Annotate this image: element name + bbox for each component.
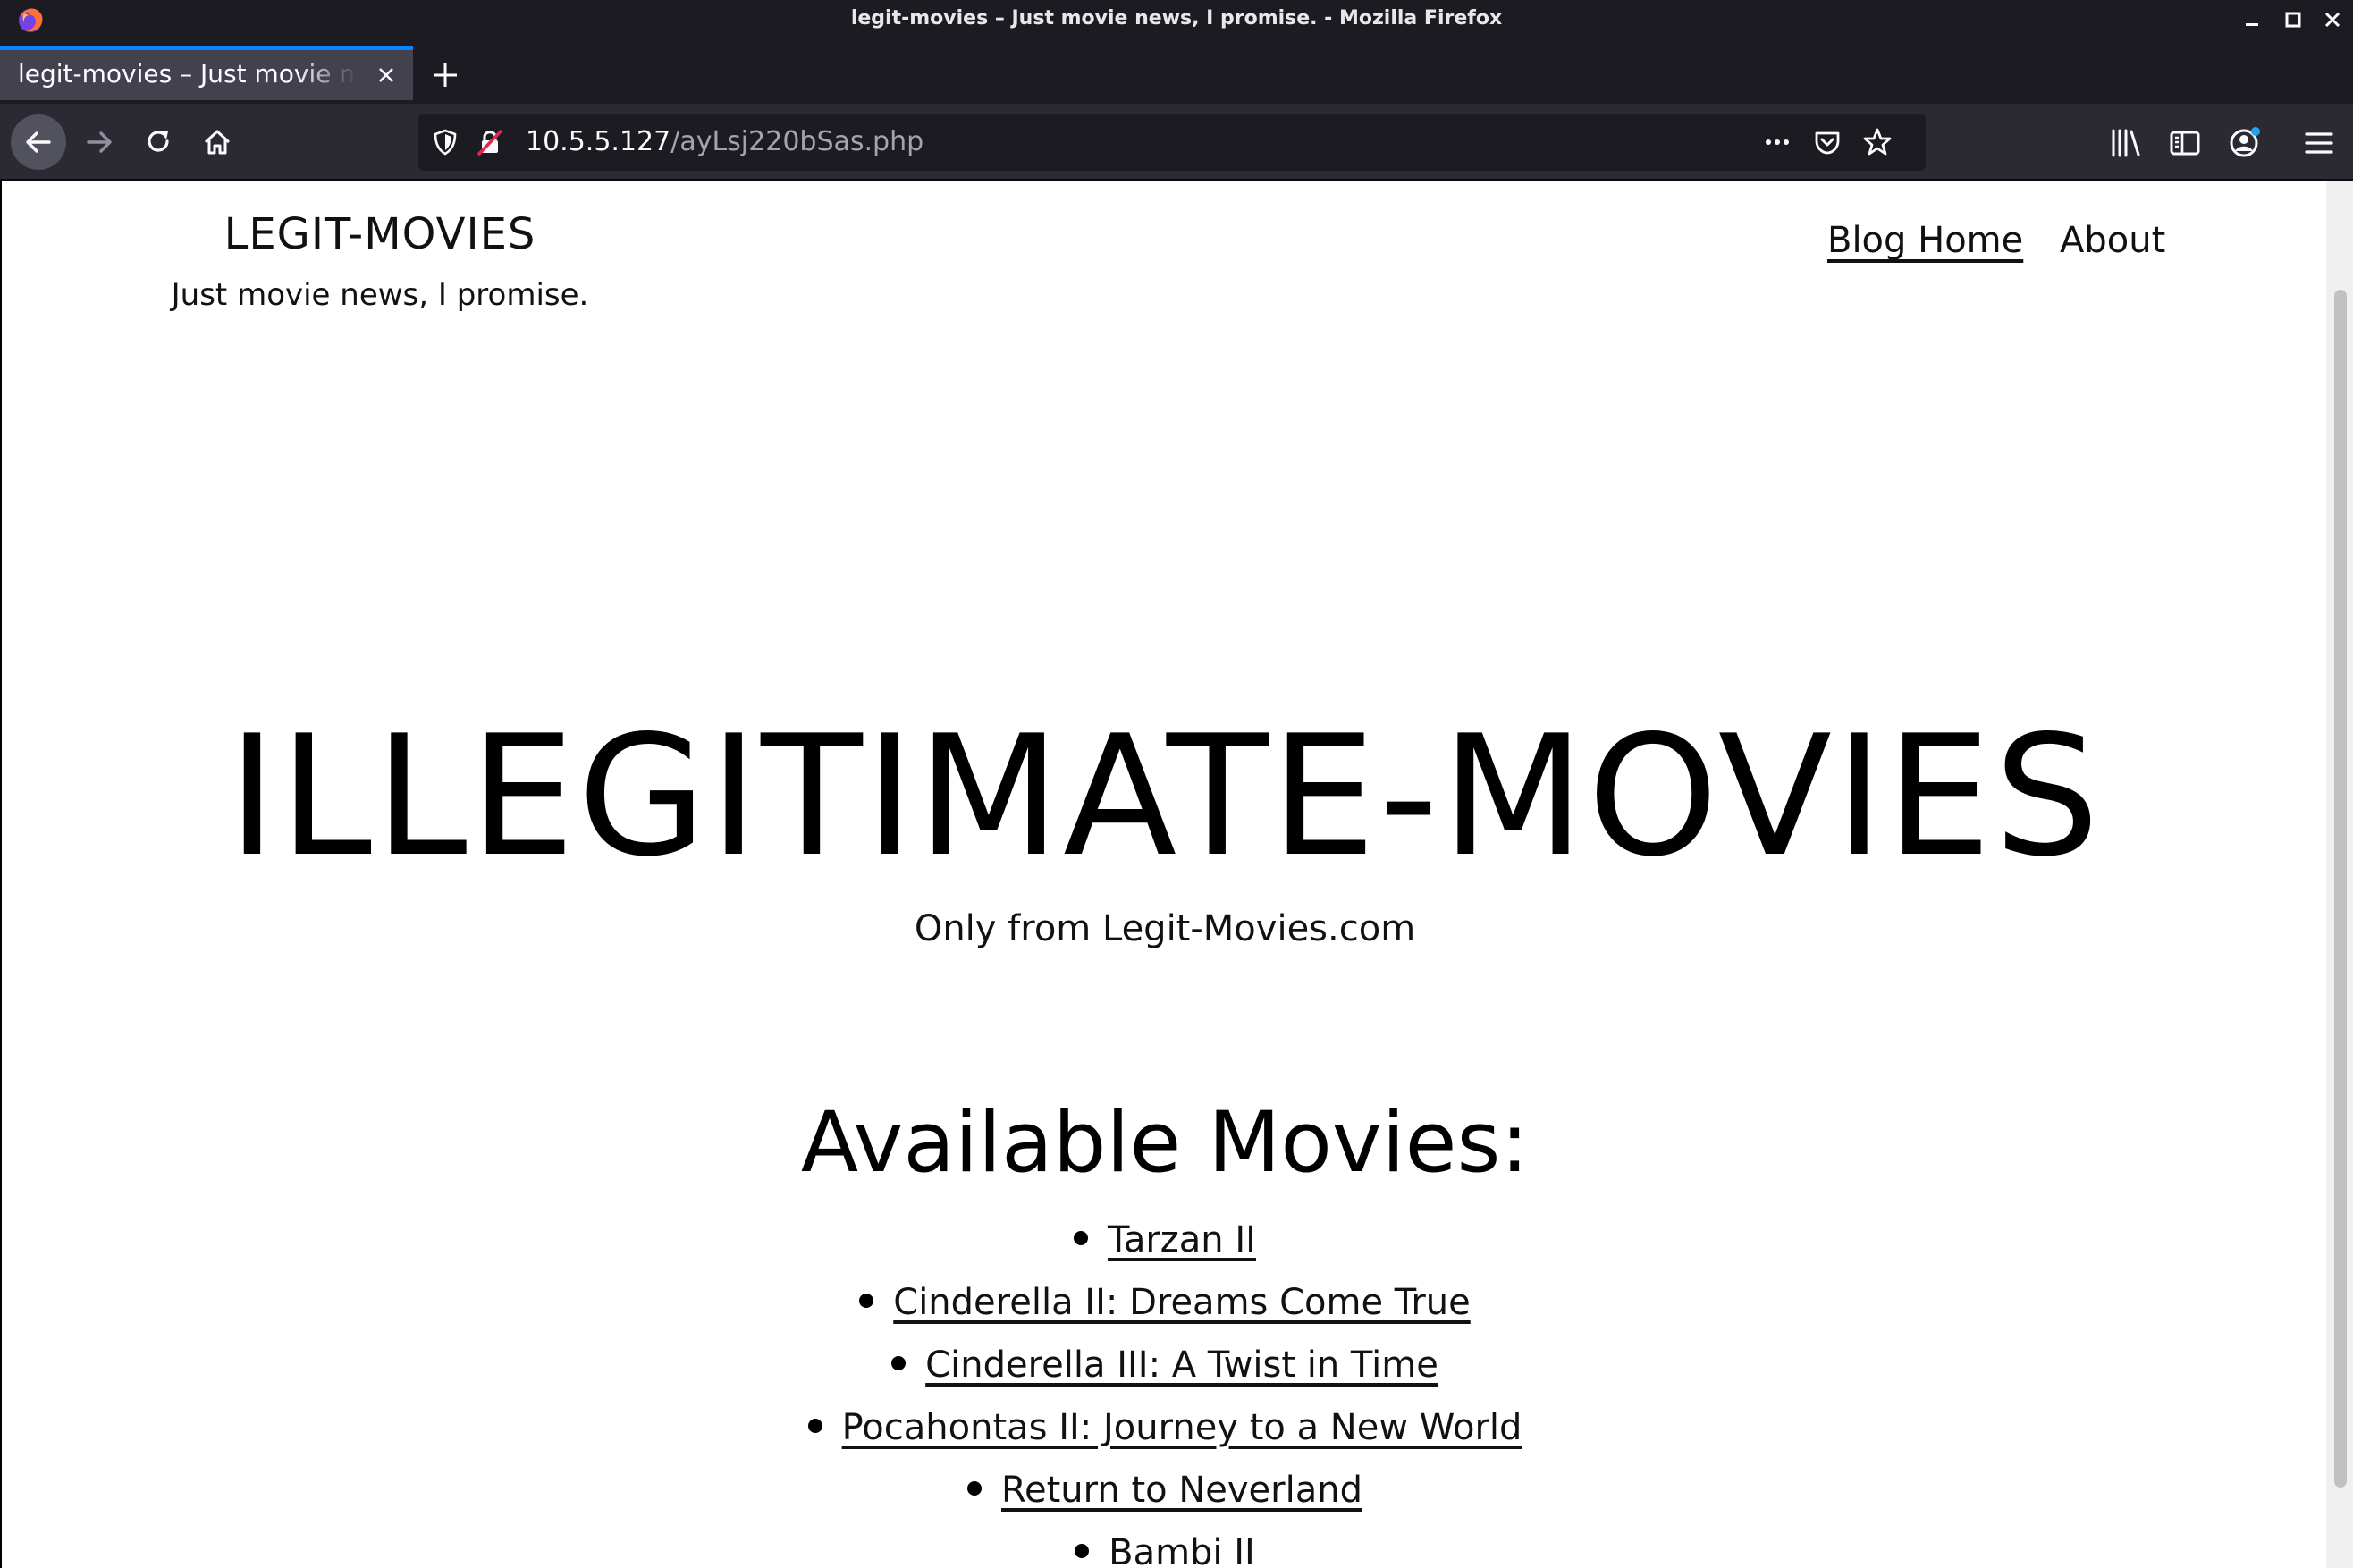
bullet-icon (859, 1294, 874, 1308)
bullet-icon (1074, 1231, 1089, 1245)
movie-list: Tarzan II Cinderella II: Dreams Come Tru… (2, 1209, 2328, 1568)
reload-button[interactable] (131, 114, 186, 170)
list-item: Cinderella II: Dreams Come True (2, 1271, 2328, 1334)
bullet-icon (1075, 1544, 1090, 1558)
tab-label: legit-movies – Just movie news, I promis… (18, 59, 358, 89)
back-button[interactable] (11, 114, 66, 170)
page-viewport: LEGIT-MOVIES Just movie news, I promise.… (0, 181, 2353, 1568)
address-bar[interactable]: 10.5.5.127/ayLsj220bSas.php (418, 114, 1926, 171)
sidebar-icon[interactable] (2167, 125, 2203, 161)
site-tagline: Just movie news, I promise. (171, 277, 589, 313)
movie-link[interactable]: Pocahontas II: Journey to a New World (842, 1407, 1522, 1448)
nav-blog-home-link[interactable]: Blog Home (1827, 220, 2023, 261)
movie-link[interactable]: Bambi II (1109, 1532, 1255, 1568)
tracking-shield-icon[interactable] (429, 126, 461, 158)
new-tab-plus-icon[interactable] (427, 57, 463, 93)
maximize-window-button[interactable] (2278, 5, 2308, 34)
list-item: Bambi II (2, 1522, 2328, 1568)
hero-title: ILLEGITIMATE-MOVIES (227, 699, 2103, 893)
vertical-scrollbar[interactable] (2326, 181, 2353, 1568)
hero-subtitle: Only from Legit-Movies.com (914, 908, 1416, 949)
menu-icon[interactable] (2301, 125, 2337, 161)
tab-close-icon[interactable] (372, 61, 401, 89)
site-title[interactable]: LEGIT-MOVIES (136, 209, 624, 259)
home-button[interactable] (190, 114, 245, 170)
scrollbar-thumb[interactable] (2334, 290, 2347, 1488)
bookmark-star-icon[interactable] (1861, 126, 1893, 158)
close-window-button[interactable] (2317, 5, 2348, 34)
navigation-toolbar: 10.5.5.127/ayLsj220bSas.php (0, 104, 2353, 181)
close-icon (2324, 12, 2340, 28)
list-item: Tarzan II (2, 1209, 2328, 1271)
pocket-icon[interactable] (1811, 126, 1843, 158)
tab-strip: legit-movies – Just movie news, I promis… (0, 39, 2353, 104)
movie-link[interactable]: Cinderella III: A Twist in Time (925, 1345, 1438, 1386)
window-titlebar: legit-movies – Just movie news, I promis… (0, 0, 2353, 39)
nav-about-link[interactable]: About (2060, 220, 2165, 261)
account-icon[interactable] (2226, 125, 2262, 161)
forward-icon (87, 131, 112, 153)
minimize-icon (2246, 23, 2258, 26)
bullet-icon (967, 1481, 983, 1496)
movie-link[interactable]: Tarzan II (1108, 1219, 1256, 1260)
tab-legit-movies[interactable]: legit-movies – Just movie news, I promis… (0, 46, 413, 100)
minimize-window-button[interactable] (2237, 5, 2267, 34)
reload-icon (148, 131, 169, 152)
movie-link[interactable]: Return to Neverland (1001, 1470, 1362, 1511)
window-title: legit-movies – Just movie news, I promis… (850, 7, 1503, 30)
maximize-icon (2285, 12, 2301, 28)
list-item: Return to Neverland (2, 1459, 2328, 1522)
insecure-connection-icon[interactable] (474, 126, 506, 158)
url-path: /ayLsj220bSas.php (670, 126, 924, 157)
list-item: Pocahontas II: Journey to a New World (2, 1396, 2328, 1459)
url-text[interactable]: 10.5.5.127/ayLsj220bSas.php (526, 126, 923, 157)
movies-heading: Available Movies: (800, 1094, 1530, 1192)
movie-link[interactable]: Cinderella II: Dreams Come True (893, 1282, 1470, 1323)
page-actions-icon[interactable] (1761, 126, 1793, 158)
bullet-icon (807, 1419, 822, 1433)
library-icon[interactable] (2108, 125, 2144, 161)
home-icon (204, 130, 231, 155)
back-icon (26, 131, 51, 153)
forward-button[interactable] (72, 114, 127, 170)
list-item: Cinderella III: A Twist in Time (2, 1334, 2328, 1396)
url-host: 10.5.5.127 (526, 126, 671, 157)
bullet-icon (891, 1356, 907, 1370)
